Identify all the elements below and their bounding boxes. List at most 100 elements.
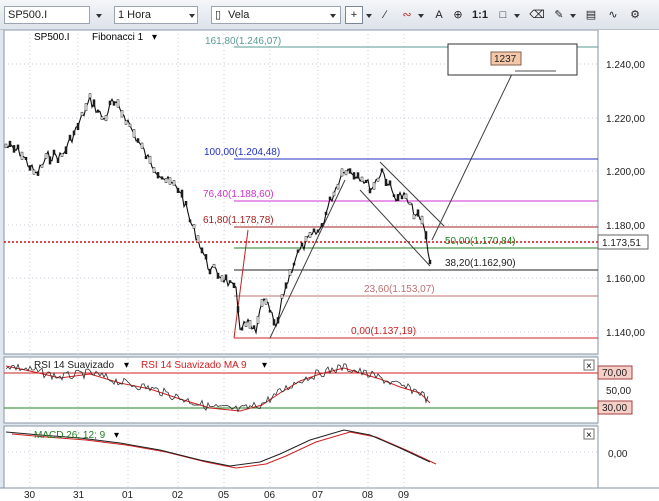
chart-toolbar: SP500.I 1 Hora ▯ Vela + ∕ ∾ A ⊕ 1:1 □ ⌫ ✎… [0,0,659,30]
candle [224,274,228,280]
chevron-down-icon [96,14,102,18]
candle [296,249,300,253]
candle [312,228,316,232]
candle [40,164,44,168]
candle [232,282,236,289]
pencil-icon: ✎ [554,9,564,21]
wave-icon: ∾ [402,9,412,21]
candle [236,306,240,313]
chart-style-label: Vela [228,9,250,21]
candle [76,123,80,130]
close-icon: × [586,430,592,441]
properties-icon: ▤ [585,9,597,21]
candle [56,158,60,163]
candle [388,180,392,186]
candle [160,176,164,180]
candle [152,167,156,173]
zoom-reset-button[interactable]: 1:1 [470,6,490,24]
time-label-3: 01 [122,490,134,501]
trendline-icon: ∕ [384,9,386,21]
rsi-ma-dropdown-icon[interactable]: ▾ [262,360,267,371]
text-icon: A [435,9,443,21]
fibonacci-dropdown-icon[interactable] [416,6,426,24]
properties-button[interactable]: ▤ [582,6,600,24]
candle [272,319,276,326]
symbol-dropdown-button[interactable] [91,6,107,24]
chart-style-select[interactable]: ▯ Vela [211,6,341,24]
candle [360,176,364,183]
timeframe-dropdown-icon[interactable] [186,6,198,24]
candle [4,143,8,149]
candle [396,194,400,201]
candle [64,146,68,155]
candle [180,189,184,198]
candle [96,109,100,113]
candle [140,142,144,149]
macd-title: MACD 26; 12; 9 [34,430,106,441]
time-label-7: 07 [312,490,324,501]
rsi-title-dropdown-icon[interactable]: ▾ [124,360,129,371]
price-tick-5: 1.160,00 [606,274,645,285]
chart-style-dropdown-icon[interactable] [326,6,340,24]
symbol-label: SP500.I [8,9,48,21]
candle [52,149,56,155]
rsi-level-low: 30,00 [602,403,627,414]
pencil-tool-button[interactable]: ✎ [550,6,568,24]
time-axis [0,488,659,501]
rectangle-dropdown-icon[interactable] [512,6,522,24]
macd-dropdown-icon[interactable]: ▾ [114,430,119,441]
candle [36,171,40,176]
candle [228,280,232,283]
study-dropdown-icon[interactable]: ▾ [152,32,157,43]
candle [204,254,208,260]
time-label-1: 30 [24,490,36,501]
candle [400,196,404,200]
candle [32,169,36,175]
candle [208,268,212,275]
zoom-in-button[interactable]: ⊕ [449,6,467,24]
candle [372,182,376,190]
price-panel[interactable] [4,30,598,354]
candle [188,219,192,223]
fib-label-38: 38,20(1.162,90) [445,258,516,269]
candle [424,231,428,240]
candle [364,179,368,183]
time-label-5: 05 [218,490,230,501]
candle [60,153,64,157]
candle [128,123,132,128]
price-tick-4: 1.180,00 [606,221,645,232]
chart-area[interactable]: 1.240,00 1.220,00 1.200,00 1.180,00 1.16… [0,30,659,501]
candle [148,155,152,164]
zoom-label: 1:1 [472,9,488,21]
crosshair-dropdown-icon[interactable] [364,6,374,24]
candle [120,110,124,118]
trendline-tool-button[interactable]: ∕ [376,6,394,24]
zoom-in-icon: ⊕ [453,9,463,21]
symbol-field[interactable]: SP500.I [4,6,90,24]
study-legend: Fibonacci 1 [92,32,144,43]
price-axis [598,30,659,488]
indicator-button[interactable]: ∿ [604,6,622,24]
candle [392,194,396,197]
pencil-dropdown-icon[interactable] [568,6,578,24]
text-tool-button[interactable]: A [430,6,448,24]
candle [196,235,200,243]
settings-button[interactable]: ⚙ [626,6,644,24]
crosshair-tool-button[interactable]: + [345,6,363,24]
candle [112,101,116,106]
candle [276,317,280,324]
rectangle-tool-button[interactable]: □ [494,6,512,24]
candle [324,211,328,216]
candle [184,201,188,206]
candle [336,184,340,190]
candle [416,209,420,217]
candle [352,172,356,180]
crosshair-icon: + [350,9,358,21]
candle [92,99,96,107]
candle [24,156,28,160]
fibonacci-tool-button[interactable]: ∾ [398,6,416,24]
candle [28,165,32,171]
candle [376,177,380,182]
timeframe-label: 1 Hora [118,9,152,21]
eraser-tool-button[interactable]: ⌫ [528,6,546,24]
